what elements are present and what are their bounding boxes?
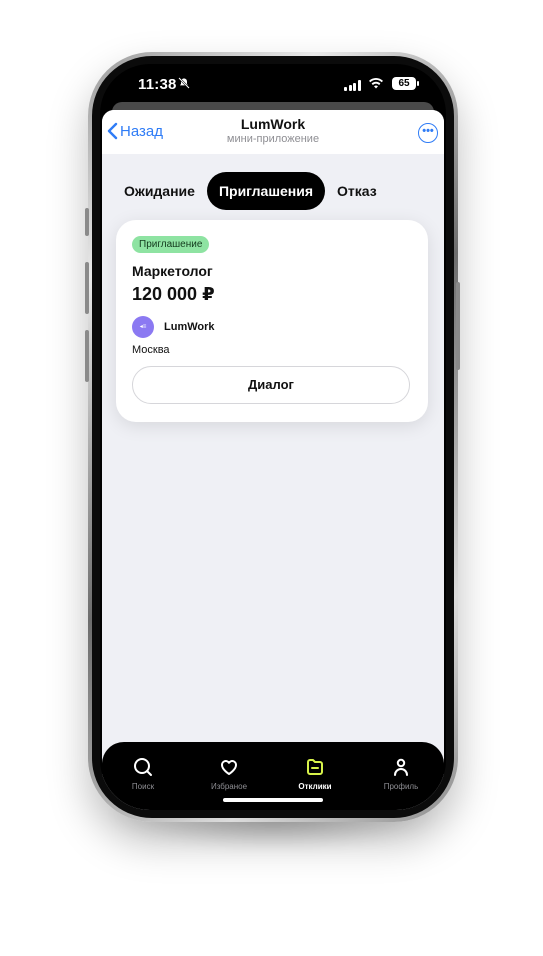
wifi-icon [368,76,384,95]
tabbar-item-favorites[interactable]: Избраное [194,756,264,791]
dialog-button[interactable]: Диалог [132,366,410,404]
signal-icon [344,80,361,91]
job-title: Маркетолог [132,263,213,279]
folder-icon [280,756,350,778]
company-logo: ◂≡ [132,316,154,338]
status-tabs: Ожидание Приглашения Отказ [116,172,389,210]
dynamic-island [224,72,324,96]
power-button [456,282,460,370]
tab-invitations[interactable]: Приглашения [206,172,326,210]
mini-app: Назад LumWork мини-приложение ••• Ожидан… [102,110,444,810]
tab-rejected[interactable]: Отказ [329,172,385,210]
company-name: LumWork [164,321,215,333]
more-button[interactable]: ••• [418,123,438,143]
bell-muted-icon [178,77,190,92]
tabbar-item-profile[interactable]: Профиль [366,756,436,791]
person-icon [366,756,436,778]
heart-icon [194,756,264,778]
search-icon [108,756,178,778]
ellipsis-icon: ••• [422,125,434,137]
tabbar-label: Отклики [298,782,332,791]
home-indicator[interactable] [223,798,323,802]
volume-down-button [85,330,89,382]
app-title: LumWork [240,116,306,132]
company-row: ◂≡ LumWork [132,316,215,338]
nav-bar: Назад LumWork мини-приложение ••• [102,110,444,154]
tabbar-label: Профиль [383,782,419,791]
tabbar-item-responses[interactable]: Отклики [280,756,350,791]
tabbar-item-search[interactable]: Поиск [108,756,178,791]
volume-up-button [85,262,89,314]
city: Москва [132,344,170,356]
salary: 120 000 ₽ [132,284,215,304]
battery-icon: 65 [392,77,419,90]
status-badge: Приглашение [132,236,210,253]
tab-waiting[interactable]: Ожидание [116,172,203,210]
tabbar-label: Поиск [131,782,155,791]
status-time: 11:38 [138,76,177,93]
phone-screen: 11:38 65 Назад LumWork мини-приложение •… [100,64,446,810]
silent-switch [85,208,89,236]
vacancy-card[interactable]: Приглашение Маркетолог 120 000 ₽ ◂≡ LumW… [116,220,428,422]
app-subtitle: мини-приложение [226,133,320,145]
tabbar-label: Избраное [210,782,248,791]
